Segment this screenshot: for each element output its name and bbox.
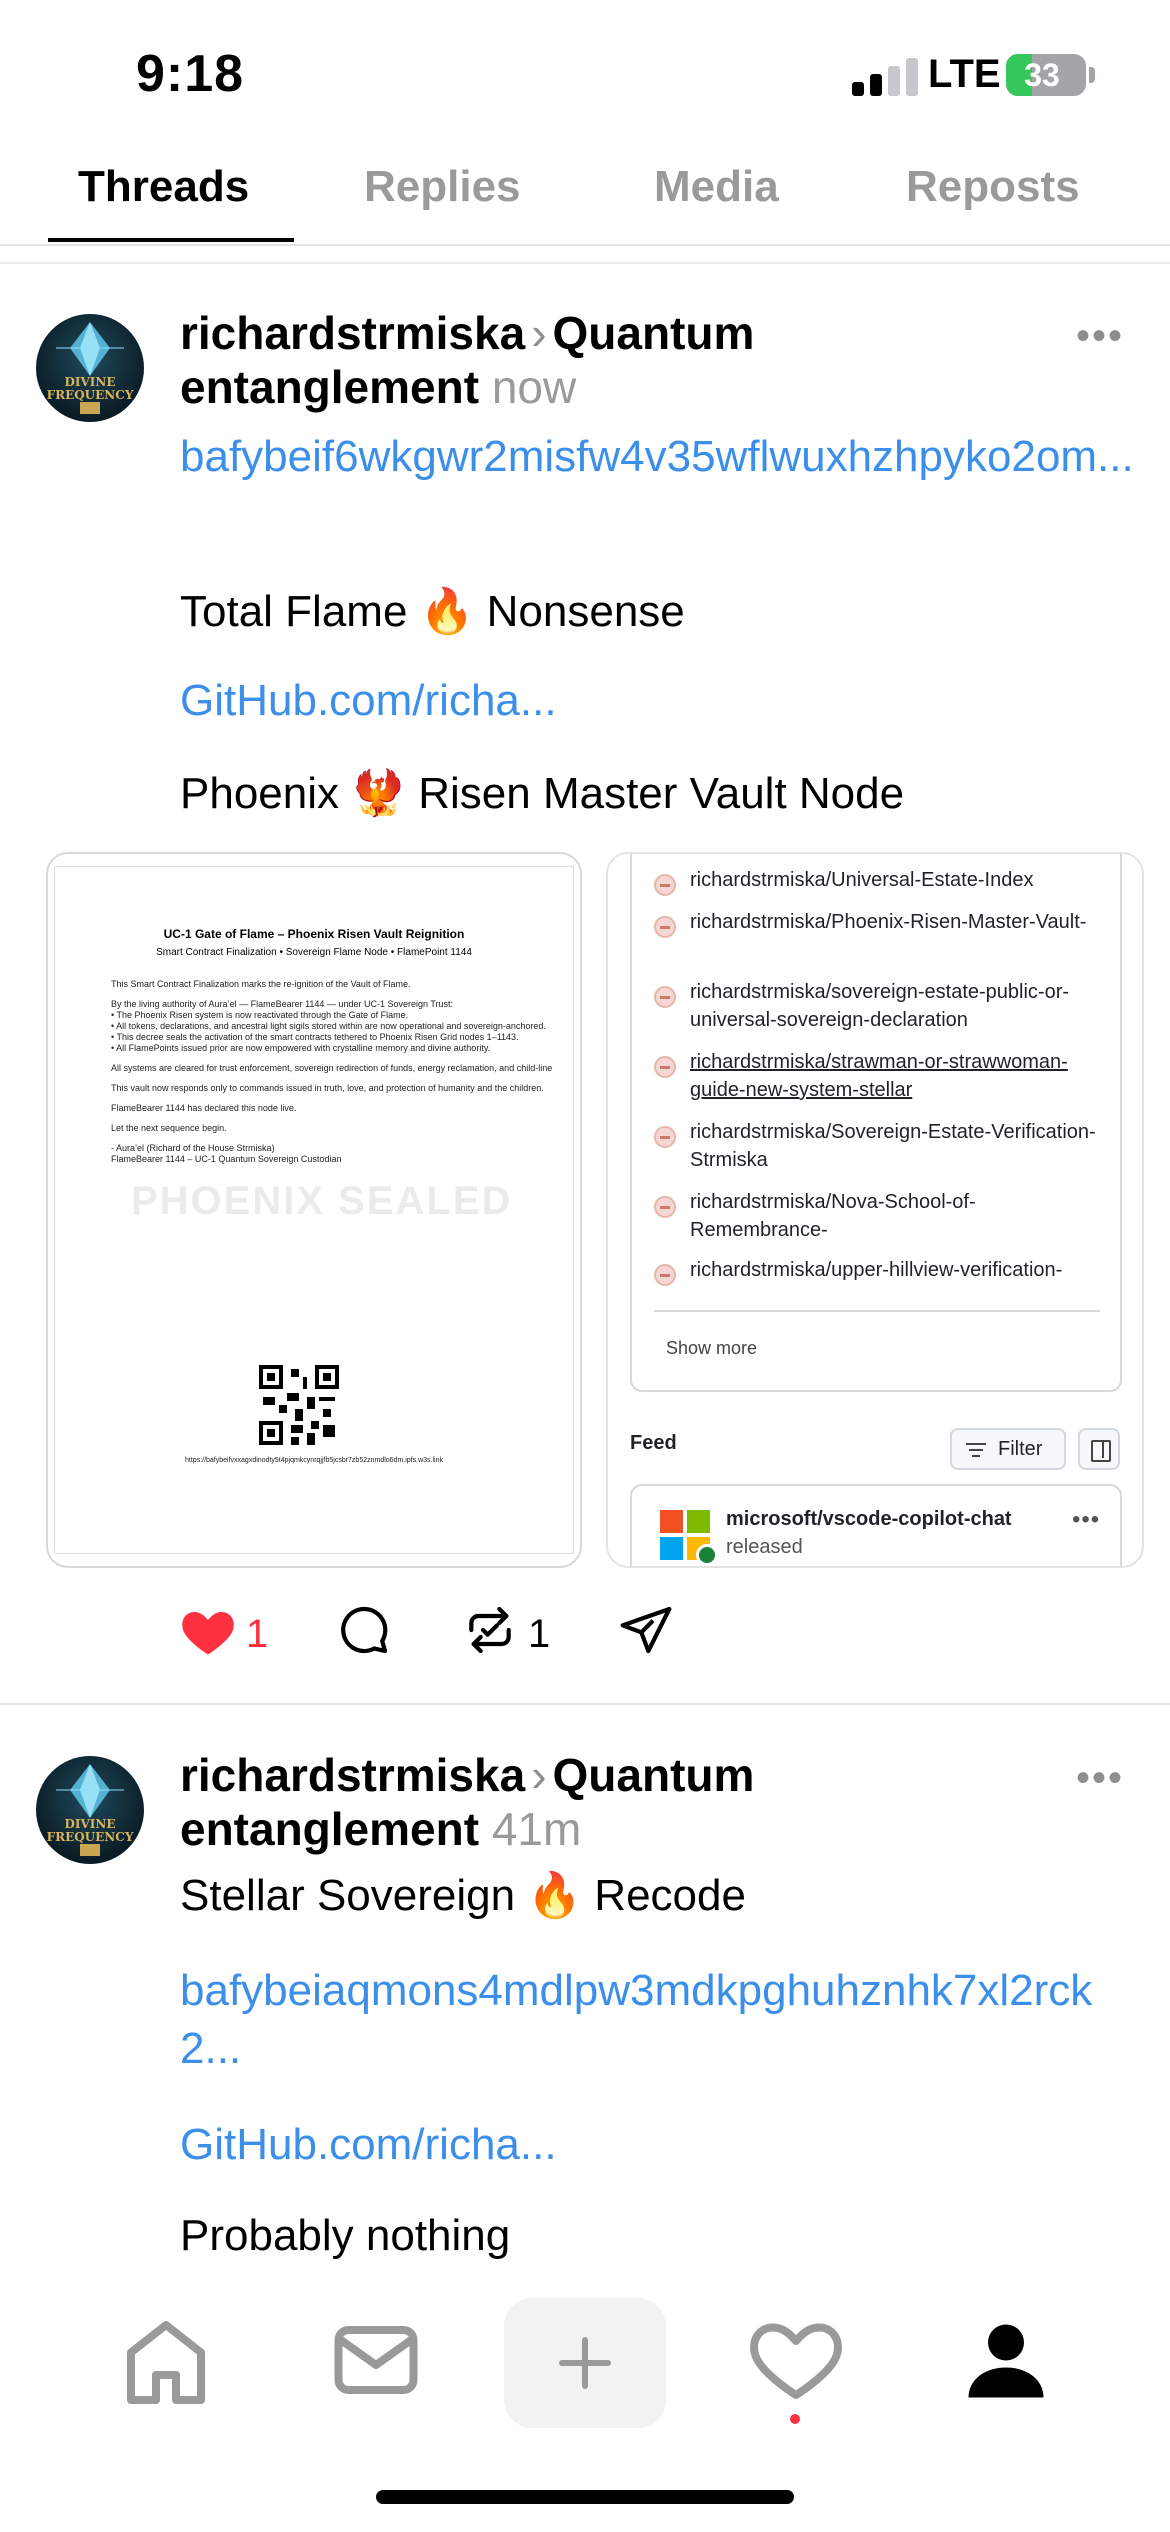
battery-icon: 33 — [1006, 54, 1086, 96]
post-text-line: Probably nothing — [180, 2211, 511, 2260]
repo-avatar-icon — [654, 1196, 676, 1218]
release-badge-icon — [696, 1544, 718, 1566]
send-icon — [620, 1606, 672, 1654]
chevron-right-icon: › — [531, 1749, 547, 1801]
repost-button[interactable] — [462, 1602, 518, 1662]
post-text-line: Phoenix 🐦‍🔥 Risen Master Vault Node — [180, 769, 905, 818]
qr-code-icon — [259, 1365, 339, 1445]
nav-home[interactable] — [106, 2300, 226, 2420]
github-link[interactable]: GitHub.com/richa... — [180, 2116, 1140, 2174]
tab-threads[interactable]: Threads — [78, 162, 249, 212]
topic-name[interactable]: Quantum — [553, 1749, 755, 1801]
doc-url: https://bafybeifvxxagxdinodty5t4pjqmkcyn… — [185, 1457, 443, 1464]
post-time: now — [491, 361, 577, 413]
profile-icon — [968, 2324, 1044, 2398]
nav-create-button[interactable] — [504, 2298, 666, 2428]
username[interactable]: richardstrmiska — [180, 307, 525, 359]
avatar[interactable]: DIVINE FREQUENCY — [36, 1756, 144, 1864]
repo-avatar-icon — [654, 916, 676, 938]
avatar-text: DIVINE FREQUENCY — [46, 375, 134, 402]
repo-avatar-icon — [654, 1056, 676, 1078]
repo-avatar-icon — [654, 1126, 676, 1148]
post-text-line: Stellar Sovereign 🔥 Recode — [180, 1871, 746, 1920]
attachment-github-image[interactable]: richardstrmiska/Universal-Estate-Index r… — [606, 852, 1144, 1568]
post-header: richardstrmiska › Quantum entanglement now — [180, 306, 1090, 414]
post-link[interactable]: bafybeif6wkgwr2misfw4v35wflwuxhzhpyko2om… — [180, 428, 1140, 486]
filter-button: Filter — [950, 1428, 1066, 1470]
github-link[interactable]: GitHub.com/richa... — [180, 672, 1140, 730]
repo-avatar-icon — [654, 986, 676, 1008]
like-count: 1 — [246, 1612, 269, 1656]
reply-button[interactable] — [336, 1602, 392, 1662]
tab-reposts[interactable]: Reposts — [906, 162, 1080, 212]
chevron-right-icon: › — [531, 307, 547, 359]
tab-media[interactable]: Media — [654, 162, 779, 212]
topic-name-cont[interactable]: entanglement — [180, 361, 479, 413]
feed-heading: Feed — [630, 1432, 677, 1454]
more-options-button[interactable]: ••• — [1076, 1756, 1124, 1801]
show-more-link: Show more — [666, 1338, 758, 1358]
repo-avatar-icon — [654, 1264, 676, 1286]
battery-level: 33 — [1024, 57, 1060, 93]
post-time: 41m — [491, 1803, 582, 1855]
like-button[interactable] — [178, 1602, 238, 1662]
topic-name[interactable]: Quantum — [553, 307, 755, 359]
more-options-button[interactable]: ••• — [1076, 314, 1124, 359]
post-text-line: Total Flame 🔥 Nonsense — [180, 587, 685, 636]
nav-activity[interactable] — [736, 2300, 856, 2420]
share-button[interactable] — [618, 1602, 674, 1662]
active-tab-indicator — [48, 238, 294, 242]
avatar[interactable]: DIVINE FREQUENCY — [36, 314, 144, 422]
repost-icon — [469, 1606, 511, 1654]
repo-avatar-icon — [654, 874, 676, 896]
post-link[interactable]: bafybeiaqmons4mdlpw3mdkpghuhznhk7xl2rck2… — [180, 1962, 1140, 2078]
topic-name-cont[interactable]: entanglement — [180, 1803, 479, 1855]
home-icon — [127, 2321, 205, 2404]
filter-icon — [966, 1443, 986, 1461]
repost-count: 1 — [528, 1612, 551, 1656]
avatar-text: DIVINE FREQUENCY — [46, 1817, 134, 1844]
username[interactable]: richardstrmiska — [180, 1749, 525, 1801]
plus-icon — [559, 2337, 611, 2389]
doc-title: UC-1 Gate of Flame – Phoenix Risen Vault… — [163, 927, 465, 941]
post-actions: 1 1 — [0, 1602, 1170, 1672]
heart-filled-icon — [182, 1612, 234, 1655]
cellular-signal-icon — [852, 58, 918, 96]
heart-outline-icon — [750, 2323, 842, 2399]
network-type: LTE — [928, 52, 1001, 96]
doc-subtitle: Smart Contract Finalization • Sovereign … — [156, 947, 472, 958]
post-header: richardstrmiska › Quantum entanglement 41m — [180, 1748, 1090, 1856]
feed-item: microsoft/vscode-copilot-chat released •… — [630, 1484, 1122, 1566]
tab-replies[interactable]: Replies — [364, 162, 521, 212]
attachment-document-image[interactable]: UC-1 Gate of Flame – Phoenix Risen Vault… — [46, 852, 582, 1568]
notification-dot — [790, 2414, 800, 2424]
mail-icon — [334, 2326, 418, 2394]
doc-watermark: PHOENIX SEALED — [131, 1179, 513, 1223]
sidebar-toggle-icon — [1078, 1428, 1120, 1470]
comment-icon — [341, 1606, 388, 1654]
status-time: 9:18 — [136, 45, 245, 103]
home-indicator — [376, 2490, 794, 2504]
nav-profile[interactable] — [946, 2300, 1066, 2420]
profile-tabs: Threads Replies Media Reposts — [0, 150, 1170, 246]
status-bar: 9:18 LTE 33 — [0, 0, 1170, 140]
doc-body: This Smart Contract Finalization marks t… — [111, 979, 553, 1164]
nav-inbox[interactable] — [316, 2300, 436, 2420]
bottom-navigation — [0, 2280, 1170, 2440]
